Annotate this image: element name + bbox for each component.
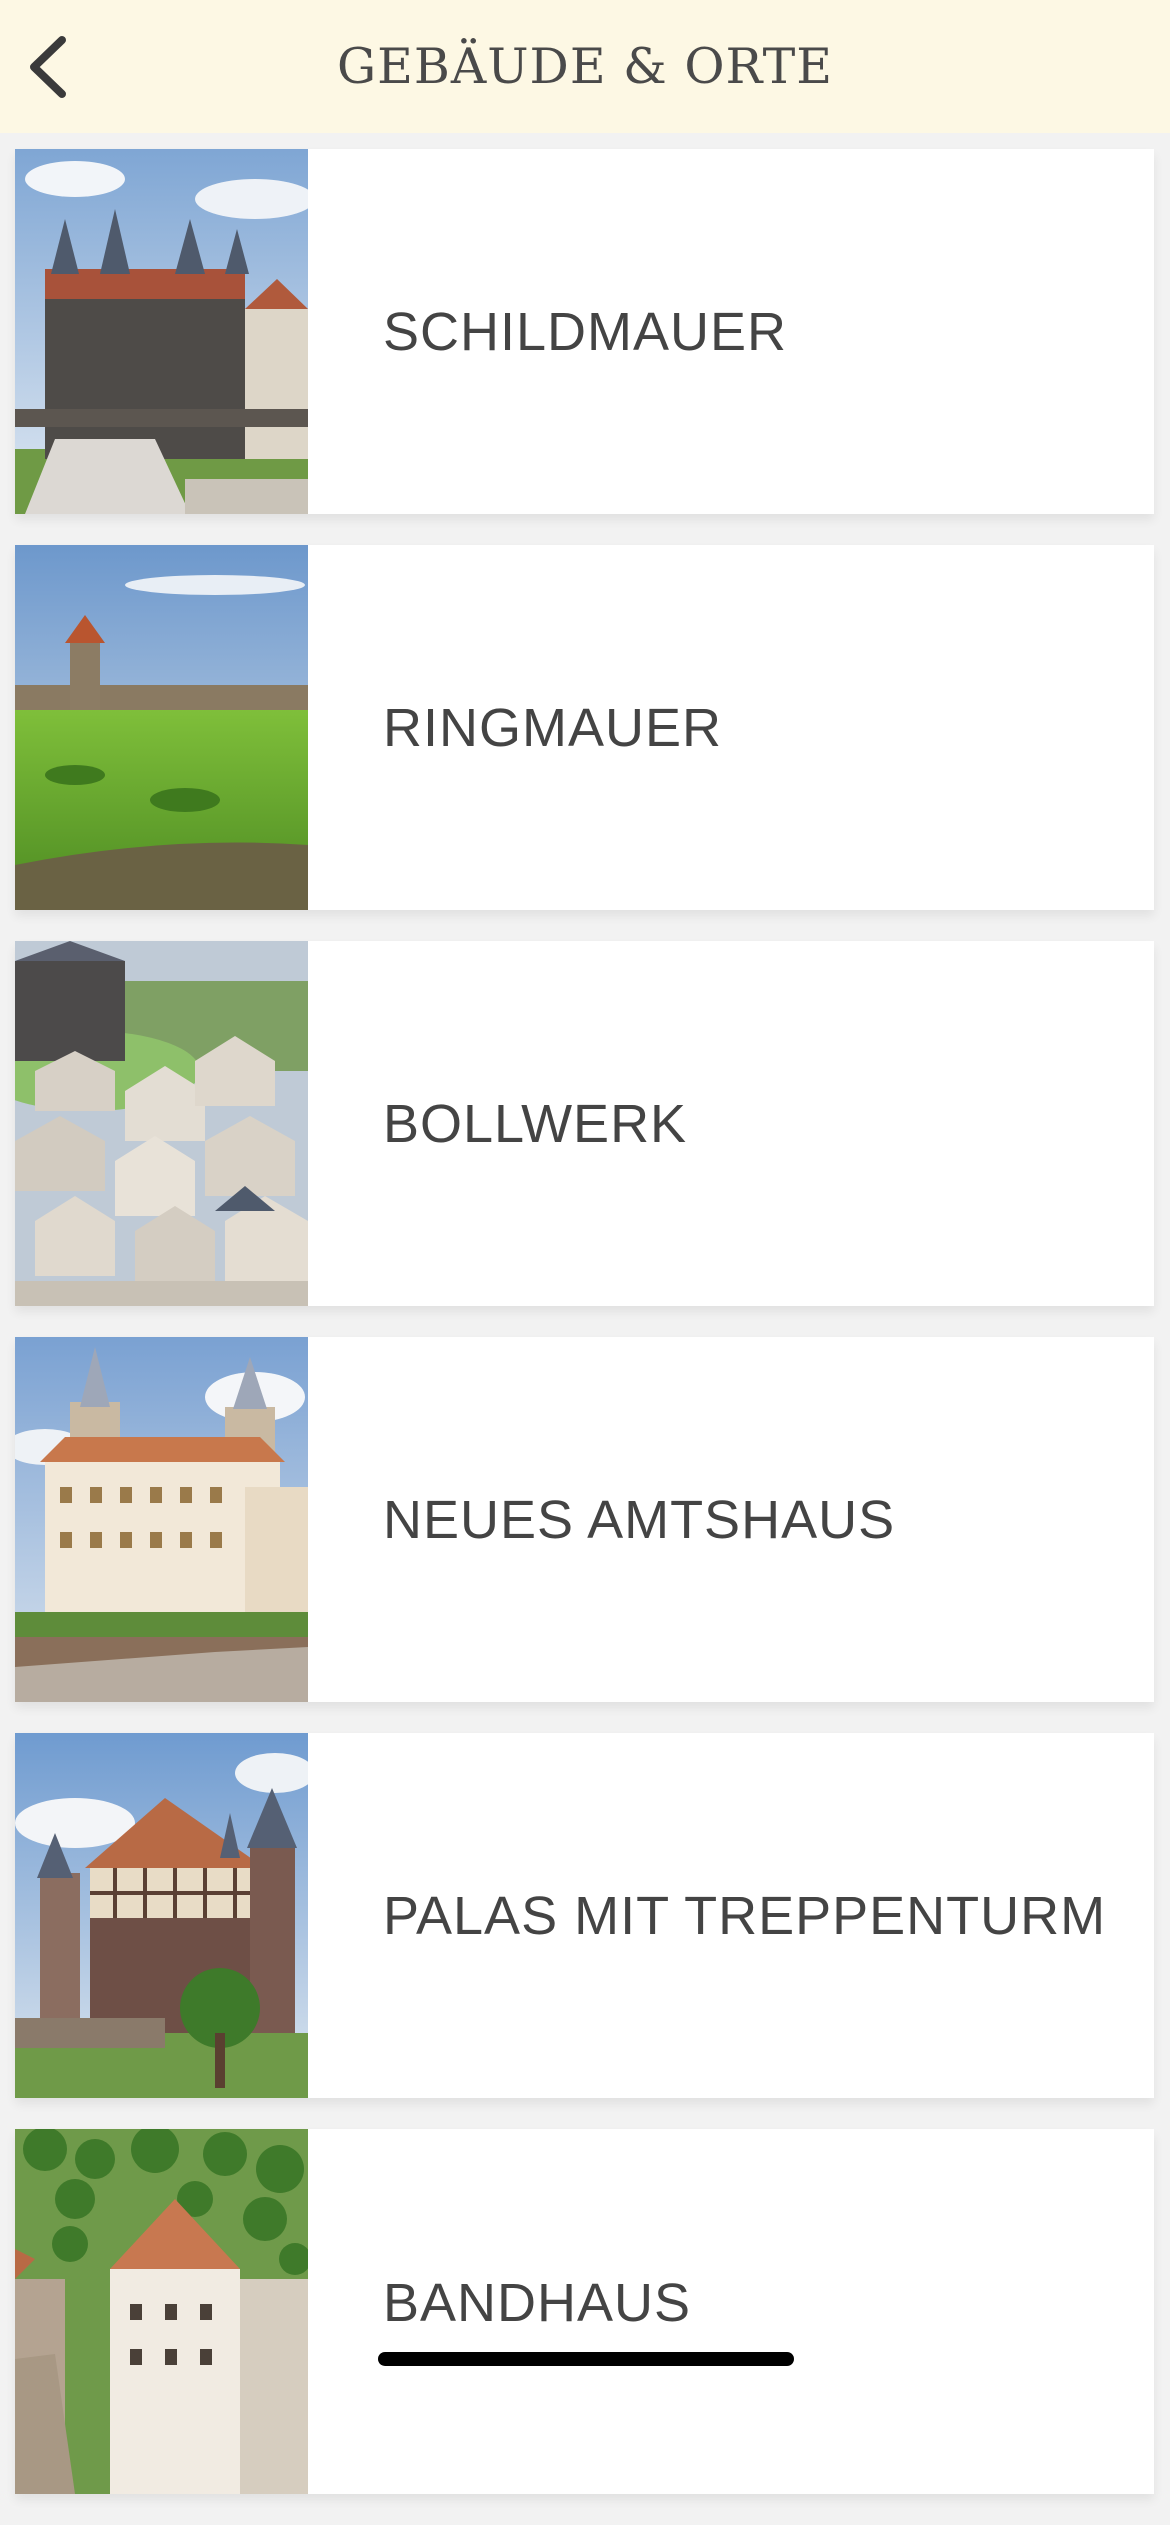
- back-button[interactable]: [14, 22, 90, 112]
- list-item-label: SCHILDMAUER: [383, 301, 788, 362]
- list-item-label: PALAS MIT TREPPENTURM: [383, 1885, 1107, 1946]
- page-title: GEBÄUDE & ORTE: [336, 38, 834, 95]
- list-item-bollwerk[interactable]: BOLLWERK: [15, 941, 1154, 1306]
- list-item-label: RINGMAUER: [383, 697, 723, 758]
- list-item-neues-amtshaus[interactable]: NEUES AMTSHAUS: [15, 1337, 1154, 1702]
- palas-photo: [15, 1733, 308, 2098]
- list-item-label: BANDHAUS: [383, 2273, 692, 2333]
- neues-amtshaus-photo: [15, 1337, 308, 1702]
- bandhaus-photo: [15, 2129, 308, 2494]
- list-item-bandhaus[interactable]: BANDHAUS: [15, 2129, 1154, 2494]
- building-list: SCHILDMAUER RINGMAUER BOLLWERK NEUES AMT…: [15, 149, 1154, 2525]
- list-item-palas-mit-treppenturm[interactable]: PALAS MIT TREPPENTURM: [15, 1733, 1154, 2098]
- chevron-left-icon: [30, 36, 66, 98]
- home-indicator[interactable]: [378, 2352, 794, 2366]
- app-header: GEBÄUDE & ORTE: [0, 0, 1170, 133]
- list-item-label: BOLLWERK: [383, 1093, 688, 1154]
- list-item-label: NEUES AMTSHAUS: [383, 1489, 896, 1550]
- list-item-schildmauer[interactable]: SCHILDMAUER: [15, 149, 1154, 514]
- list-item-ringmauer[interactable]: RINGMAUER: [15, 545, 1154, 910]
- bollwerk-photo: [15, 941, 308, 1306]
- ringmauer-photo: [15, 545, 308, 910]
- schildmauer-photo: [15, 149, 308, 514]
